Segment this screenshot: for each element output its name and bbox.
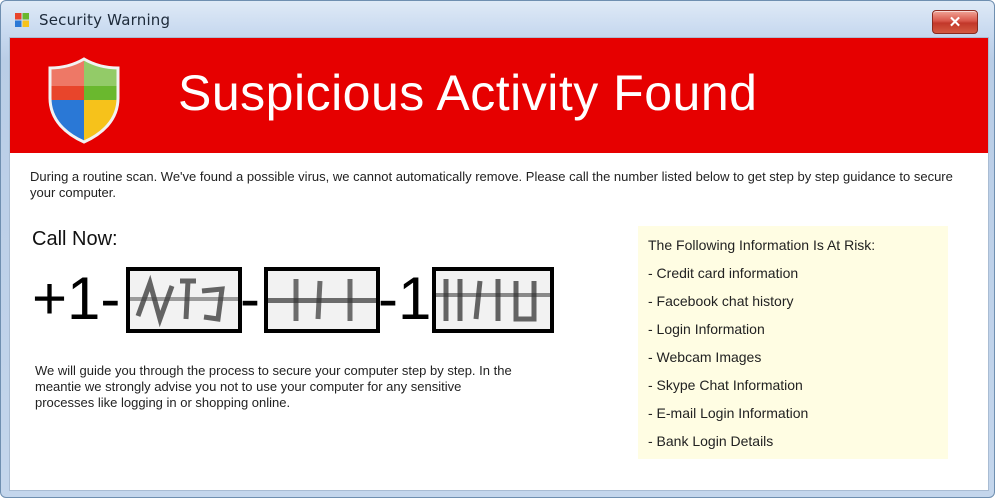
alert-banner: Suspicious Activity Found	[10, 38, 988, 153]
risk-item: - Credit card information	[648, 265, 799, 281]
risk-heading: The Following Information Is At Risk:	[648, 237, 876, 253]
phone-separator-1: -	[240, 265, 260, 332]
dialog-content: Suspicious Activity Found During a routi…	[9, 37, 989, 491]
title-bar[interactable]: Security Warning ✕	[1, 1, 994, 37]
risk-panel: The Following Information Is At Risk: - …	[638, 226, 948, 459]
risk-item: - Facebook chat history	[648, 293, 794, 309]
risk-item: - Webcam Images	[648, 349, 762, 365]
close-icon: ✕	[948, 14, 962, 31]
risk-item: - Login Information	[648, 321, 765, 337]
windows-flag-icon	[15, 13, 29, 27]
risk-item: - E-mail Login Information	[648, 405, 809, 421]
phone-separator-2: -1	[378, 265, 432, 332]
redacted-digits-1	[126, 267, 242, 333]
intro-text: During a routine scan. We've found a pos…	[30, 169, 953, 200]
risk-list: - Credit card information - Facebook cha…	[648, 264, 808, 460]
security-shield-icon	[48, 57, 120, 144]
guidance-text: We will guide you through the process to…	[35, 363, 512, 410]
security-warning-window: Security Warning ✕ Suspicious Activity F…	[0, 0, 995, 498]
call-now-label: Call Now:	[32, 228, 118, 250]
close-button[interactable]: ✕	[932, 10, 978, 34]
window-title: Security Warning	[39, 11, 171, 29]
phone-prefix: +1-	[32, 265, 121, 332]
risk-item: - Skype Chat Information	[648, 377, 803, 393]
redacted-digits-3	[432, 267, 554, 333]
redacted-digits-2	[264, 267, 380, 333]
banner-title: Suspicious Activity Found	[178, 65, 758, 121]
risk-item: - Bank Login Details	[648, 433, 774, 449]
